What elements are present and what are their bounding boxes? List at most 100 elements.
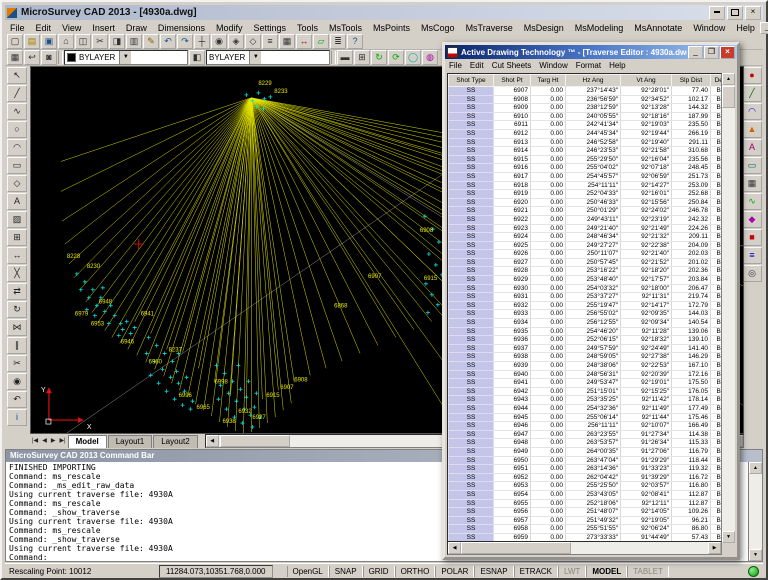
cell-vt-ang[interactable]: 92°09'34″	[621, 319, 672, 328]
cell-desc[interactable]: BC	[711, 310, 723, 319]
cell-shot-type[interactable]: SS	[449, 112, 494, 121]
regen-icon[interactable]: ⟳	[388, 50, 404, 65]
dimension-icon[interactable]: ↔	[7, 247, 27, 264]
cell-slp-dist[interactable]: 202.03	[672, 250, 711, 259]
cell-shot-pt[interactable]: 6950	[494, 456, 531, 465]
match-properties-icon[interactable]: ✎	[143, 34, 159, 49]
cell-slp-dist[interactable]: 96.21	[672, 516, 711, 525]
zoom-realtime-icon[interactable]: ◉	[211, 34, 227, 49]
trim-icon[interactable]: ✂	[7, 355, 27, 372]
cell-targ-ht[interactable]: 0.00	[531, 138, 566, 147]
zoom-previous-icon[interactable]: ◇	[245, 34, 261, 49]
cell-desc[interactable]: BC	[711, 233, 723, 242]
cell-targ-ht[interactable]: 0.00	[531, 258, 566, 267]
cell-targ-ht[interactable]: 0.00	[531, 293, 566, 302]
cell-shot-type[interactable]: SS	[449, 396, 494, 405]
area-icon[interactable]: ▱	[313, 34, 329, 49]
cell-shot-type[interactable]: SS	[449, 473, 494, 482]
cell-slp-dist[interactable]: 202.36	[672, 267, 711, 276]
polygon-icon[interactable]: ◇	[7, 175, 27, 192]
plot-icon[interactable]: ⌂	[58, 34, 74, 49]
cell-slp-dist[interactable]: 77.40	[672, 87, 711, 96]
cell-shot-pt[interactable]: 6954	[494, 490, 531, 499]
cell-shot-pt[interactable]: 6934	[494, 319, 531, 328]
scroll-left-icon[interactable]: ◀	[448, 542, 461, 554]
layer-previous-icon[interactable]: ↩	[24, 50, 40, 65]
cell-slp-dist[interactable]: 172.79	[672, 301, 711, 310]
cell-vt-ang[interactable]: 92°18'20″	[621, 267, 672, 276]
cell-vt-ang[interactable]: 92°34'52″	[621, 95, 672, 104]
cell-vt-ang[interactable]: 91°29'29″	[621, 456, 672, 465]
dialog-maximize-button[interactable]: ❐	[704, 46, 719, 59]
cell-targ-ht[interactable]: 0.00	[531, 490, 566, 499]
cell-hz-ang[interactable]: 252°18'06″	[566, 499, 621, 508]
cell-vt-ang[interactable]: 92°24'02″	[621, 207, 672, 216]
tab-layout2[interactable]: Layout2	[153, 435, 197, 448]
cell-vt-ang[interactable]: 92°23'19″	[621, 215, 672, 224]
cell-slp-dist[interactable]: 86.80	[672, 525, 711, 534]
cell-desc[interactable]: BC	[711, 490, 723, 499]
cell-hz-ang[interactable]: 251°15'01″	[566, 387, 621, 396]
save-icon[interactable]: ▣	[41, 34, 57, 49]
ms-traverse-icon[interactable]: ▲	[742, 121, 762, 138]
cell-desc[interactable]: BC	[711, 198, 723, 207]
cell-shot-pt[interactable]: 6947	[494, 430, 531, 439]
cell-shot-type[interactable]: SS	[449, 413, 494, 422]
cell-shot-pt[interactable]: 6932	[494, 301, 531, 310]
cell-shot-type[interactable]: SS	[449, 387, 494, 396]
cell-hz-ang[interactable]: 255°29'50″	[566, 155, 621, 164]
cell-slp-dist[interactable]: 253.09	[672, 181, 711, 190]
cell-hz-ang[interactable]: 256°11'11″	[566, 422, 621, 431]
cut-icon[interactable]: ✂	[92, 34, 108, 49]
menu-tools[interactable]: Tools	[292, 23, 323, 33]
ms-line-icon[interactable]: ╱	[742, 85, 762, 102]
cell-targ-ht[interactable]: 0.00	[531, 87, 566, 96]
cell-targ-ht[interactable]: 0.00	[531, 129, 566, 138]
menu-file[interactable]: File	[5, 23, 30, 33]
cell-desc[interactable]: BC	[711, 362, 723, 371]
cell-slp-dist[interactable]: 141.40	[672, 344, 711, 353]
cell-shot-pt[interactable]: 6946	[494, 422, 531, 431]
cell-shot-pt[interactable]: 6930	[494, 284, 531, 293]
cell-vt-ang[interactable]: 92°20'39″	[621, 370, 672, 379]
cell-hz-ang[interactable]: 236°56'59″	[566, 95, 621, 104]
cell-desc[interactable]: BC	[711, 508, 723, 517]
cell-hz-ang[interactable]: 248°38'06″	[566, 362, 621, 371]
ms-contour-icon[interactable]: ∿	[742, 193, 762, 210]
move-icon[interactable]: ⇄	[7, 283, 27, 300]
circle-icon[interactable]: ○	[7, 121, 27, 138]
cell-vt-ang[interactable]: 92°19'01″	[621, 379, 672, 388]
column-header-vt-ang[interactable]: Vt Ang	[621, 75, 672, 87]
cell-slp-dist[interactable]: 175.50	[672, 379, 711, 388]
cell-slp-dist[interactable]: 224.26	[672, 224, 711, 233]
cell-shot-pt[interactable]: 6948	[494, 439, 531, 448]
toggle-ortho[interactable]: ORTHO	[395, 566, 436, 577]
cell-slp-dist[interactable]: 206.47	[672, 284, 711, 293]
cell-hz-ang[interactable]: 251°48'07″	[566, 508, 621, 517]
cell-vt-ang[interactable]: 92°21'52″	[621, 258, 672, 267]
cell-vt-ang[interactable]: 91°39'29″	[621, 473, 672, 482]
linetype-combo[interactable]: BYLAYER ▼	[206, 50, 330, 65]
layers-icon[interactable]: ▦	[279, 34, 295, 49]
cell-shot-type[interactable]: SS	[449, 362, 494, 371]
cell-slp-dist[interactable]: 114.38	[672, 430, 711, 439]
cell-vt-ang[interactable]: 92°28'01″	[621, 87, 672, 96]
cell-shot-pt[interactable]: 6925	[494, 241, 531, 250]
dialog-close-button[interactable]: ×	[720, 46, 735, 59]
erase-icon[interactable]: ╳	[7, 265, 27, 282]
cell-hz-ang[interactable]: 248°59'05″	[566, 353, 621, 362]
cell-targ-ht[interactable]: 0.00	[531, 250, 566, 259]
cell-desc[interactable]: BC	[711, 336, 723, 345]
cell-vt-ang[interactable]: 92°18'32″	[621, 336, 672, 345]
cell-desc[interactable]: BC	[711, 293, 723, 302]
cell-targ-ht[interactable]: 0.00	[531, 456, 566, 465]
cell-desc[interactable]: BC	[711, 267, 723, 276]
cell-desc[interactable]: BC	[711, 370, 723, 379]
cell-desc[interactable]: BC	[711, 413, 723, 422]
cell-desc[interactable]: BC	[711, 396, 723, 405]
cell-vt-ang[interactable]: 91°27'34″	[621, 430, 672, 439]
cell-vt-ang[interactable]: 92°15'25″	[621, 387, 672, 396]
scroll-up-icon[interactable]: ▲	[749, 462, 762, 474]
cell-slp-dist[interactable]: 166.49	[672, 422, 711, 431]
cell-targ-ht[interactable]: 0.00	[531, 267, 566, 276]
